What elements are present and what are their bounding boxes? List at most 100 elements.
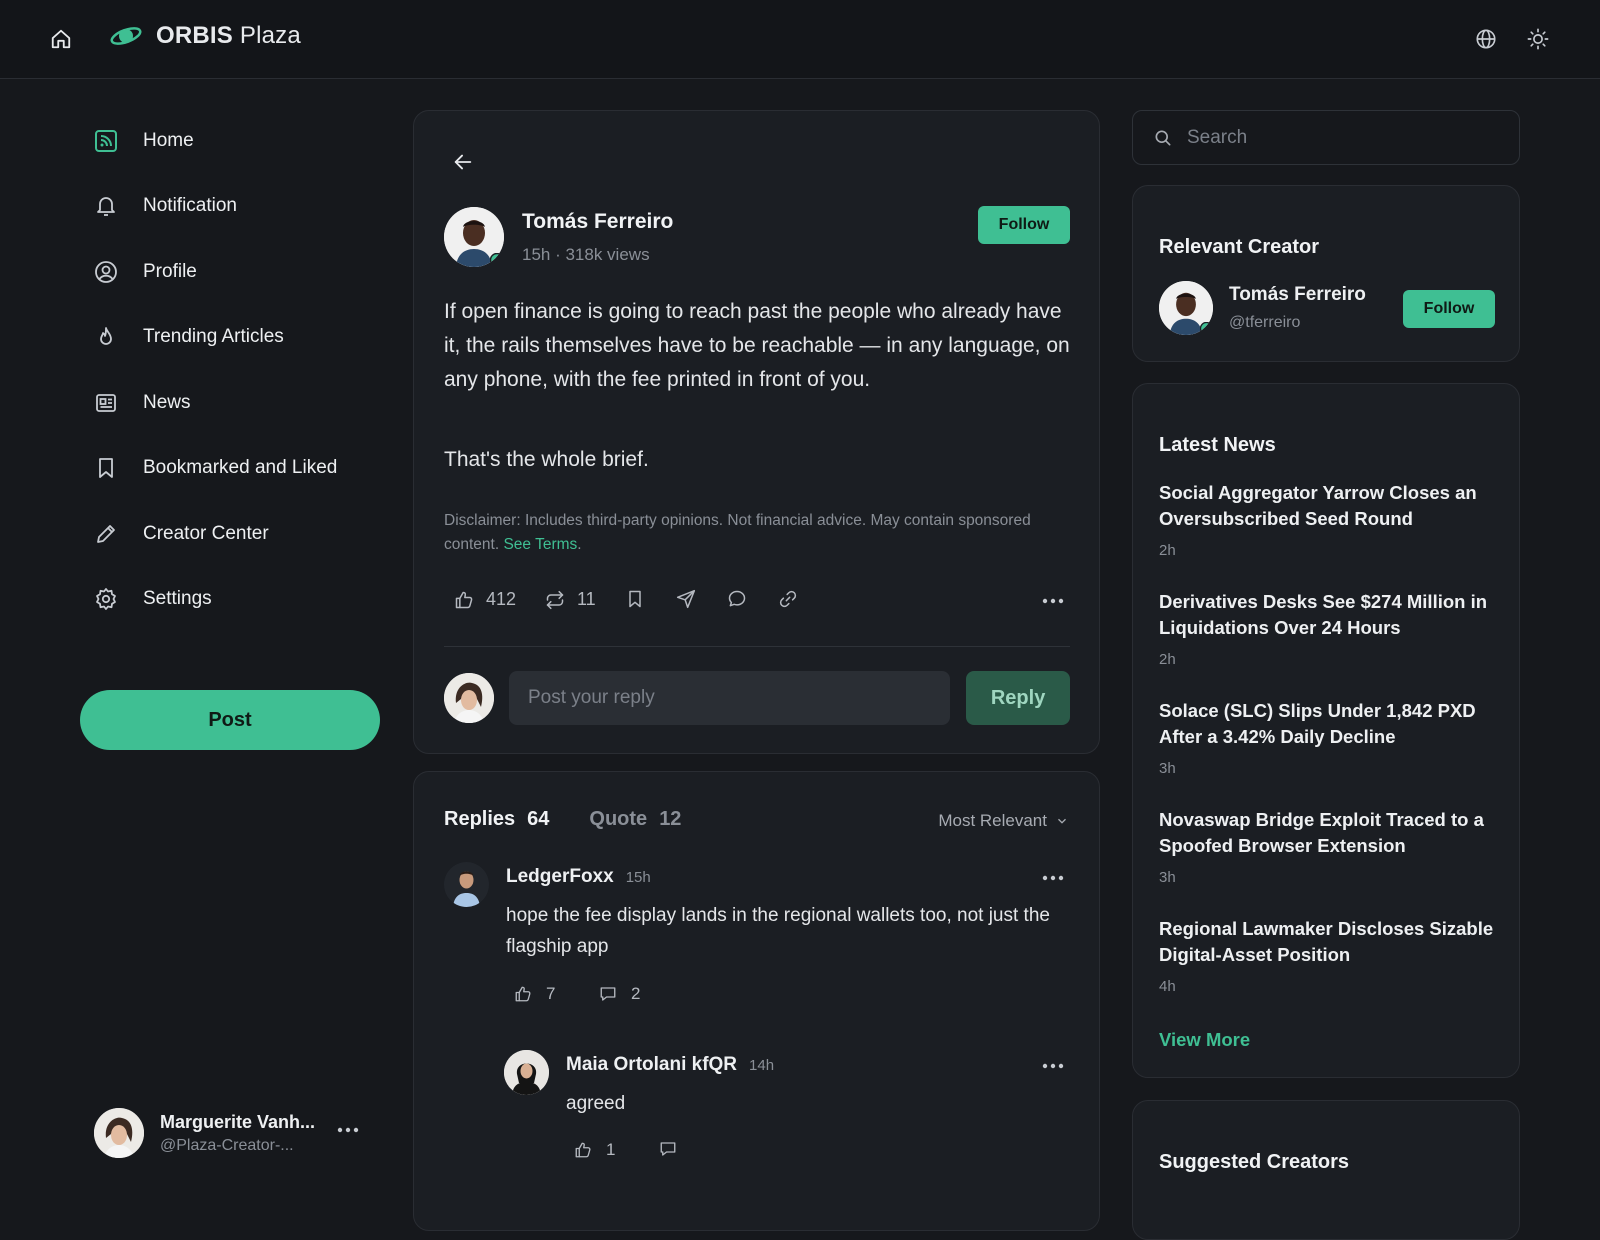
top-bar: ORBIS Plaza bbox=[0, 0, 1600, 79]
sidebar-item-creator-center[interactable]: Creator Center bbox=[80, 501, 380, 567]
search-box bbox=[1132, 110, 1520, 165]
more-options-icon[interactable] bbox=[1042, 875, 1064, 881]
post-button[interactable]: Post bbox=[80, 690, 380, 750]
avatar[interactable] bbox=[444, 862, 489, 907]
post-meta: 15h · 318k views bbox=[522, 244, 650, 264]
sidebar-item-label: Bookmarked and Liked bbox=[143, 457, 338, 479]
replies-card: Replies 64 Quote 12 Most Relevant LedgerFo… bbox=[413, 771, 1100, 1231]
repost-icon bbox=[545, 590, 577, 610]
tab-replies[interactable]: Replies 64 bbox=[444, 808, 549, 831]
chevron-down-icon bbox=[1047, 814, 1069, 828]
more-options-icon[interactable] bbox=[1042, 598, 1064, 604]
avatar[interactable] bbox=[504, 1050, 549, 1095]
bookmark-icon bbox=[625, 589, 657, 609]
brand[interactable]: ORBIS Plaza bbox=[110, 22, 301, 50]
news-title: Novaswap Bridge Exploit Traced to a Spoo… bbox=[1159, 809, 1484, 856]
share-button[interactable] bbox=[676, 589, 708, 609]
reply-comment-count: 2 bbox=[631, 984, 641, 1003]
sidebar-item-trending-articles[interactable]: Trending Articles bbox=[80, 305, 380, 371]
news-age: 4h bbox=[1159, 978, 1176, 995]
post-author[interactable]: Tomás Ferreiro 15h · 318k views bbox=[444, 207, 673, 267]
more-options-icon[interactable] bbox=[337, 1127, 359, 1133]
account-name: Marguerite Vanh... bbox=[160, 1111, 316, 1132]
search-input[interactable] bbox=[1187, 126, 1497, 149]
bookmark-button[interactable] bbox=[625, 589, 657, 609]
copy-link-button[interactable] bbox=[778, 589, 810, 609]
comment-button[interactable] bbox=[727, 589, 759, 609]
reply-button[interactable]: Reply bbox=[966, 671, 1070, 725]
post-body: If open finance is going to reach past t… bbox=[444, 295, 1074, 477]
divider bbox=[444, 646, 1070, 647]
thumbs-up-icon bbox=[514, 985, 546, 1003]
sidebar-item-bookmarked[interactable]: Bookmarked and Liked bbox=[80, 436, 380, 502]
reply-like-button[interactable]: 1 bbox=[574, 1140, 615, 1160]
sort-dropdown[interactable]: Most Relevant bbox=[938, 811, 1069, 831]
news-item[interactable]: Regional Lawmaker Discloses Sizable Digi… bbox=[1159, 916, 1499, 995]
reply-time: 15h bbox=[625, 869, 651, 886]
news-item[interactable]: Social Aggregator Yarrow Closes an Overs… bbox=[1159, 480, 1499, 559]
pencil-icon bbox=[94, 522, 118, 546]
back-arrow-icon[interactable] bbox=[452, 151, 474, 173]
avatar bbox=[444, 207, 504, 267]
thumbs-up-icon bbox=[454, 590, 486, 610]
comment-icon bbox=[659, 1140, 691, 1158]
reply-like-count: 7 bbox=[546, 984, 556, 1003]
news-age: 2h bbox=[1159, 542, 1176, 559]
reply-comment-button[interactable]: 2 bbox=[599, 984, 640, 1004]
news-item[interactable]: Novaswap Bridge Exploit Traced to a Spoo… bbox=[1159, 807, 1499, 886]
sidebar-item-label: Creator Center bbox=[143, 522, 269, 544]
view-more-link[interactable]: View More bbox=[1159, 1029, 1250, 1051]
reply-author[interactable]: Maia Ortolani kfQR bbox=[566, 1054, 737, 1076]
more-options-icon[interactable] bbox=[1042, 1063, 1064, 1069]
disclaimer: Disclaimer: Includes third-party opinion… bbox=[444, 512, 1031, 553]
avatar bbox=[1159, 281, 1213, 335]
send-icon bbox=[676, 589, 708, 609]
suggested-creators-card: Suggested Creators bbox=[1132, 1100, 1520, 1240]
sidebar-nav: Home Notification Profile Trending Artic… bbox=[80, 108, 380, 632]
latest-news-card: Latest News Social Aggregator Yarrow Clo… bbox=[1132, 383, 1520, 1078]
reply-text: hope the fee display lands in the region… bbox=[506, 905, 1050, 957]
sidebar-item-label: Profile bbox=[143, 260, 197, 282]
account-handle: @Plaza-Creator-... bbox=[160, 1136, 294, 1154]
sidebar-item-settings[interactable]: Settings bbox=[80, 567, 380, 633]
avatar bbox=[94, 1108, 144, 1158]
news-title: Regional Lawmaker Discloses Sizable Digi… bbox=[1159, 918, 1494, 965]
sidebar-item-home[interactable]: Home bbox=[80, 108, 380, 174]
like-button[interactable]: 412 bbox=[454, 589, 516, 610]
sort-label: Most Relevant bbox=[938, 811, 1047, 830]
news-item[interactable]: Derivatives Desks See $274 Million in Li… bbox=[1159, 589, 1499, 668]
planet-logo-icon bbox=[110, 25, 142, 47]
sidebar-item-label: Home bbox=[143, 129, 194, 151]
news-item[interactable]: Solace (SLC) Slips Under 1,842 PXD After… bbox=[1159, 698, 1499, 777]
news-age: 2h bbox=[1159, 651, 1176, 668]
reply-author[interactable]: LedgerFoxx bbox=[506, 866, 614, 888]
post-detail-card: Tomás Ferreiro 15h · 318k views Follow I… bbox=[413, 110, 1100, 754]
creator-item[interactable]: Tomás Ferreiro @tferreiro bbox=[1159, 281, 1366, 335]
follow-button[interactable]: Follow bbox=[1403, 290, 1495, 328]
follow-button[interactable]: Follow bbox=[978, 206, 1070, 244]
reply-like-count: 1 bbox=[606, 1140, 616, 1159]
creator-name: Tomás Ferreiro bbox=[1229, 284, 1366, 305]
quote-count: 12 bbox=[659, 808, 682, 830]
see-terms-link[interactable]: See Terms bbox=[503, 536, 577, 553]
news-title: Derivatives Desks See $274 Million in Li… bbox=[1159, 591, 1488, 638]
globe-icon[interactable] bbox=[1475, 28, 1497, 50]
reply-comment-button[interactable] bbox=[659, 1140, 691, 1158]
news-age: 3h bbox=[1159, 760, 1176, 777]
reply-time: 14h bbox=[749, 1057, 775, 1074]
news-title: Solace (SLC) Slips Under 1,842 PXD After… bbox=[1159, 700, 1476, 747]
brand-name: ORBIS Plaza bbox=[156, 22, 301, 49]
sun-icon[interactable] bbox=[1527, 28, 1549, 50]
tab-quote[interactable]: Quote 12 bbox=[589, 808, 681, 831]
comment-icon bbox=[599, 985, 631, 1003]
home-icon[interactable] bbox=[50, 28, 72, 50]
reply-input[interactable] bbox=[509, 671, 951, 725]
link-icon bbox=[778, 589, 810, 609]
sidebar-item-news[interactable]: News bbox=[80, 370, 380, 436]
repost-button[interactable]: 11 bbox=[545, 589, 596, 610]
sidebar-item-profile[interactable]: Profile bbox=[80, 239, 380, 305]
reply-like-button[interactable]: 7 bbox=[514, 984, 555, 1004]
sidebar-item-notification[interactable]: Notification bbox=[80, 174, 380, 240]
account-switcher[interactable]: Marguerite Vanh... @Plaza-Creator-... bbox=[94, 1107, 394, 1159]
replies-count: 64 bbox=[527, 808, 550, 830]
